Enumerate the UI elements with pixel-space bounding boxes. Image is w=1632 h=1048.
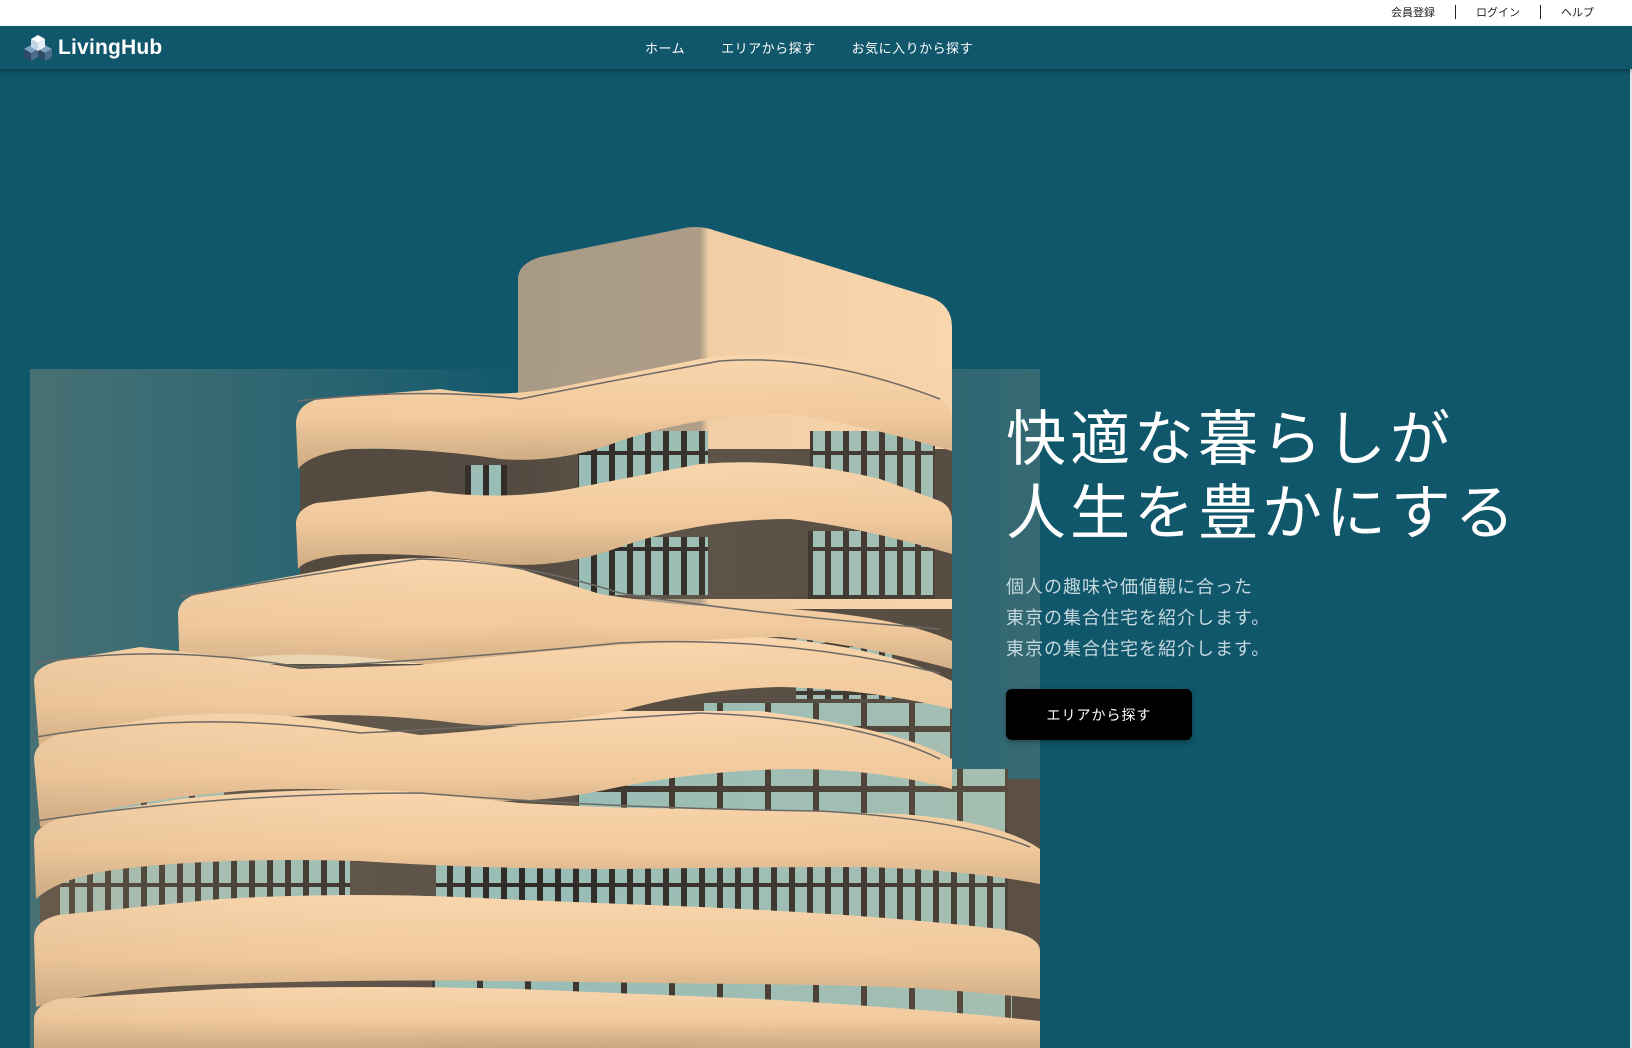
nav-menu: ホーム エリアから探す お気に入りから探す	[645, 26, 1009, 69]
main-navbar: LivingHub ホーム エリアから探す お気に入りから探す	[0, 26, 1632, 69]
utility-divider	[1540, 5, 1541, 19]
brand-name: LivingHub	[58, 36, 163, 59]
utility-links: 会員登録 ログイン ヘルプ	[1389, 4, 1596, 20]
utility-bar: 会員登録 ログイン ヘルプ	[0, 0, 1632, 26]
hero-headline-line: 快適な暮らしが	[1006, 405, 1454, 475]
cubes-logo-icon	[24, 35, 52, 61]
hero-subtext-line: 東京の集合住宅を紹介します。	[1006, 608, 1271, 629]
nav-item-home[interactable]: ホーム	[645, 38, 685, 57]
hero-subtext-line: 個人の趣味や価値観に合った	[1006, 577, 1253, 598]
hero-headline: 快適な暮らしが 人生を豊かにする	[1006, 403, 1519, 551]
help-link[interactable]: ヘルプ	[1559, 4, 1596, 20]
hero-section: 快適な暮らしが 人生を豊かにする 個人の趣味や価値観に合った 東京の集合住宅を紹…	[0, 69, 1632, 1048]
nav-item-search-by-area[interactable]: エリアから探す	[721, 38, 816, 57]
login-link[interactable]: ログイン	[1474, 4, 1522, 20]
utility-divider	[1455, 5, 1456, 19]
register-link[interactable]: 会員登録	[1389, 4, 1437, 20]
nav-item-search-by-favorites[interactable]: お気に入りから探す	[852, 38, 974, 57]
brand-home-link[interactable]: LivingHub	[16, 32, 162, 64]
hero-subtext-line: 東京の集合住宅を紹介します。	[1006, 639, 1271, 660]
hero-subtext: 個人の趣味や価値観に合った 東京の集合住宅を紹介します。 東京の集合住宅を紹介し…	[1006, 572, 1270, 665]
hero-headline-line: 人生を豊かにする	[1006, 479, 1519, 549]
search-by-area-button[interactable]: エリアから探す	[1006, 689, 1192, 740]
apartment-building-illustration	[0, 69, 1100, 1048]
